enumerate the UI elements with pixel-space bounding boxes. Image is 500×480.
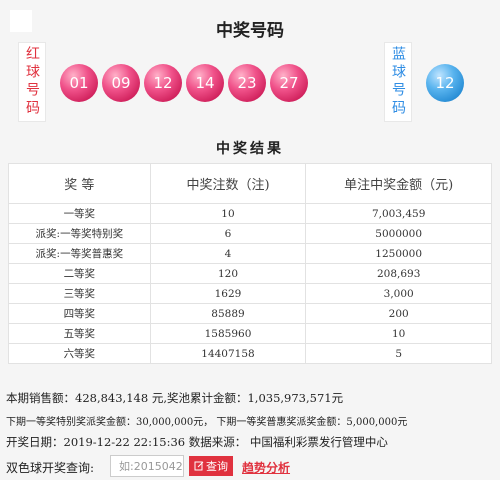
red-ball: 09 bbox=[102, 64, 140, 102]
draw-info: 开奖日期：2019-12-22 22:15:36 数据来源： 中国福利彩票发行管… bbox=[6, 435, 388, 449]
table-row: 二等奖 120 208,693 bbox=[8, 263, 492, 284]
prize-level: 二等奖 bbox=[8, 263, 151, 284]
winner-count: 120 bbox=[149, 263, 307, 284]
edit-icon bbox=[194, 461, 204, 471]
table-header-row: 奖 等 中奖注数（注) 单注中奖金额（元) bbox=[8, 163, 492, 204]
query-label: 双色球开奖查询: bbox=[6, 461, 95, 475]
table-row: 派奖:一等奖特别奖 6 5000000 bbox=[8, 223, 492, 244]
prize-level: 五等奖 bbox=[8, 323, 151, 344]
sales-info: 本期销售额：428,843,148 元,奖池累计金额：1,035,973,571… bbox=[6, 391, 344, 405]
winner-count: 14407158 bbox=[149, 343, 307, 364]
query-button-label: 查询 bbox=[206, 460, 228, 473]
prize-level: 三等奖 bbox=[8, 283, 151, 304]
prize-amount: 200 bbox=[305, 303, 492, 324]
winner-count: 1585960 bbox=[149, 323, 307, 344]
column-header: 奖 等 bbox=[8, 163, 151, 204]
red-ball: 23 bbox=[228, 64, 266, 102]
red-ball-label: 红球号码 bbox=[18, 42, 46, 122]
table-row: 三等奖 1629 3,000 bbox=[8, 283, 492, 304]
red-ball: 14 bbox=[186, 64, 224, 102]
winner-count: 10 bbox=[149, 203, 307, 224]
blue-ball-label: 蓝球号码 bbox=[384, 42, 412, 122]
table-row: 五等奖 1585960 10 bbox=[8, 323, 492, 344]
prize-amount: 10 bbox=[305, 323, 492, 344]
prize-level: 六等奖 bbox=[8, 343, 151, 364]
trend-analysis-link[interactable]: 趋势分析 bbox=[242, 459, 290, 476]
winner-count: 1629 bbox=[149, 283, 307, 304]
prize-level: 一等奖 bbox=[8, 203, 151, 224]
prize-amount: 7,003,459 bbox=[305, 203, 492, 224]
prize-amount: 1250000 bbox=[305, 243, 492, 264]
dispatch-info: 下期一等奖特别奖派奖金额：30,000,000元， 下期一等奖普惠奖派奖金额：5… bbox=[6, 417, 408, 428]
table-row: 四等奖 85889 200 bbox=[8, 303, 492, 324]
winner-count: 4 bbox=[149, 243, 307, 264]
winner-count: 85889 bbox=[149, 303, 307, 324]
results-table: 奖 等 中奖注数（注) 单注中奖金额（元) 一等奖 10 7,003,459 派… bbox=[8, 163, 492, 364]
red-ball: 12 bbox=[144, 64, 182, 102]
prize-level: 派奖:一等奖普惠奖 bbox=[8, 243, 151, 264]
page-title: 中奖号码 bbox=[216, 21, 284, 41]
red-ball: 27 bbox=[270, 64, 308, 102]
prize-level: 四等奖 bbox=[8, 303, 151, 324]
prize-amount: 208,693 bbox=[305, 263, 492, 284]
results-title: 中奖结果 bbox=[216, 141, 284, 157]
query-button[interactable]: 查询 bbox=[189, 456, 233, 476]
table-row: 六等奖 14407158 5 bbox=[8, 343, 492, 364]
table-row: 派奖:一等奖普惠奖 4 1250000 bbox=[8, 243, 492, 264]
column-header: 中奖注数（注) bbox=[149, 163, 307, 204]
prize-level: 派奖:一等奖特别奖 bbox=[8, 223, 151, 244]
prize-amount: 5 bbox=[305, 343, 492, 364]
winner-count: 6 bbox=[149, 223, 307, 244]
prize-amount: 5000000 bbox=[305, 223, 492, 244]
issue-search-input[interactable] bbox=[110, 455, 184, 477]
winning-numbers: 红球号码 01 09 12 14 23 27 蓝球号码 12 bbox=[18, 42, 480, 122]
blue-ball: 12 bbox=[426, 64, 464, 102]
red-ball: 01 bbox=[60, 64, 98, 102]
column-header: 单注中奖金额（元) bbox=[305, 163, 492, 204]
table-row: 一等奖 10 7,003,459 bbox=[8, 203, 492, 224]
prize-amount: 3,000 bbox=[305, 283, 492, 304]
